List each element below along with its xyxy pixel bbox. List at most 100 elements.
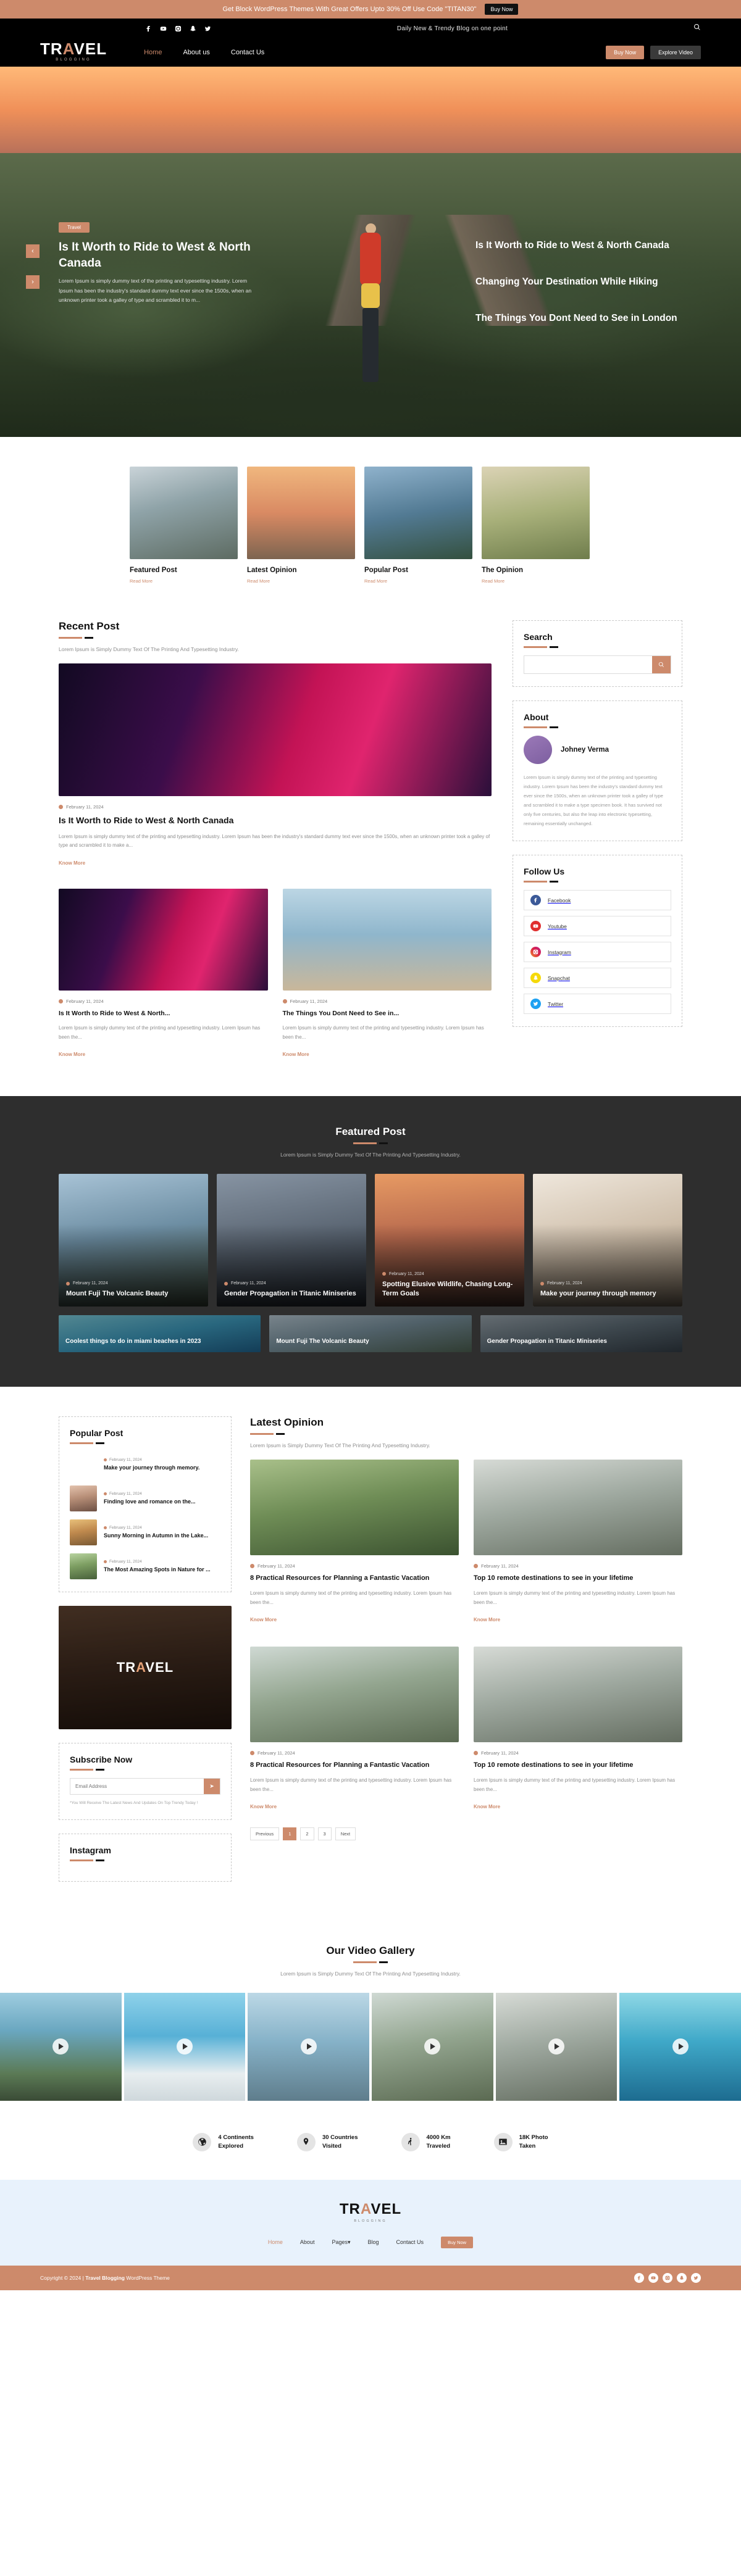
promo-bar: Get Block WordPress Themes With Great Of… [0,0,741,19]
category-card[interactable]: The Opinion Read More [482,467,590,586]
pagination-previous[interactable]: Previous [250,1827,280,1841]
play-icon[interactable] [177,2038,193,2055]
know-more-link[interactable]: Know More [59,1052,85,1057]
opinion-card[interactable]: February 11, 2024 Top 10 remote destinat… [474,1647,682,1811]
recent-post-heading: Recent Post [59,620,120,632]
instagram-icon[interactable] [663,2272,672,2283]
post-title[interactable]: Is It Worth to Ride to West & North... [59,1009,268,1018]
post-title[interactable]: Is It Worth to Ride to West & North Cana… [59,815,492,827]
post-card[interactable]: February 11, 2024 The Things You Dont Ne… [282,889,492,1059]
nav-explore-video-button[interactable]: Explore Video [650,46,701,59]
search-input[interactable] [524,656,652,673]
nav-item-about-us[interactable]: About us [183,49,209,56]
hero-next-arrow[interactable]: › [26,275,40,289]
facebook-icon[interactable] [634,2272,644,2283]
featured-card[interactable]: February 11, 2024 Gender Propagation in … [217,1174,366,1307]
promo-buy-now-button[interactable]: Buy Now [485,4,519,15]
post-excerpt: Lorem Ipsum is simply dummy text of the … [59,833,490,849]
instagram-icon[interactable] [175,25,182,32]
pagination-next[interactable]: Next [335,1827,356,1841]
featured-card[interactable]: February 11, 2024 Mount Fuji The Volcani… [59,1174,208,1307]
popular-list-item[interactable]: February 11, 2024 Make your journey thro… [70,1452,220,1477]
category-read-more[interactable]: Read More [482,578,504,584]
featured-card[interactable]: February 11, 2024 Make your journey thro… [533,1174,682,1307]
post-date-text: February 11, 2024 [66,999,104,1005]
know-more-link[interactable]: Know More [474,1617,500,1622]
gallery-item[interactable] [248,1992,370,2101]
opinion-card[interactable]: February 11, 2024 8 Practical Resources … [250,1460,459,1624]
gallery-item[interactable] [619,1992,741,2101]
hero-slide-title-3[interactable]: The Things You Dont Need to See in Londo… [475,312,679,325]
pagination-page-1[interactable]: 1 [283,1827,297,1841]
popular-list-item[interactable]: February 11, 2024 The Most Amazing Spots… [70,1553,220,1580]
hero-slide-title-2[interactable]: Changing Your Destination While Hiking [475,276,679,289]
follow-item-facebook[interactable]: Facebook [524,890,671,910]
category-card[interactable]: Latest Opinion Read More [247,467,355,586]
category-read-more[interactable]: Read More [364,578,387,584]
subscribe-submit-button[interactable]: ➤ [204,1779,220,1795]
play-icon[interactable] [424,2038,441,2055]
twitter-icon[interactable] [691,2272,701,2283]
footer-item-blog[interactable]: Blog [368,2239,379,2245]
footer-item-about[interactable]: About [300,2239,315,2245]
know-more-link[interactable]: Know More [250,1804,277,1809]
follow-item-twitter[interactable]: Twitter [524,994,671,1014]
search-submit-button[interactable] [652,656,671,673]
gallery-item[interactable] [124,1992,246,2101]
stat-line2: Taken [519,2142,536,2150]
play-icon[interactable] [548,2038,565,2055]
nav-item-home[interactable]: Home [144,49,162,56]
play-icon[interactable] [672,2038,689,2055]
pagination-page-2[interactable]: 2 [300,1827,314,1841]
footer-buy-now-button[interactable]: Buy Now [441,2236,474,2248]
youtube-icon[interactable] [648,2272,658,2283]
top-search-icon[interactable] [693,23,701,34]
youtube-icon[interactable] [160,25,167,32]
category-read-more[interactable]: Read More [130,578,153,584]
post-title[interactable]: The Things You Dont Need to See in... [283,1009,492,1018]
sidebar-promo-card[interactable]: TRAVEL [59,1606,232,1730]
footer-logo[interactable]: TRAVEL [0,2201,741,2218]
footer-item-home[interactable]: Home [268,2239,283,2245]
play-icon[interactable] [300,2038,317,2055]
featured-card[interactable]: February 11, 2024 Spotting Elusive Wildl… [375,1174,524,1307]
gallery-item[interactable] [495,1992,618,2101]
hero-category-badge[interactable]: Travel [59,222,90,233]
category-card[interactable]: Featured Post Read More [130,467,238,586]
gallery-item[interactable] [372,1992,493,2101]
follow-item-instagram[interactable]: Instagram [524,942,671,962]
nav-item-contact-us[interactable]: Contact Us [231,49,264,56]
nav-buy-now-button[interactable]: Buy Now [606,46,645,59]
post-date-text: February 11, 2024 [66,804,104,810]
category-read-more[interactable]: Read More [247,578,270,584]
opinion-card[interactable]: February 11, 2024 8 Practical Resources … [250,1647,459,1811]
post-card[interactable]: February 11, 2024 Is It Worth to Ride to… [59,889,268,1059]
follow-item-snapchat[interactable]: Snapchat [524,968,671,988]
know-more-link[interactable]: Know More [283,1052,309,1057]
know-more-link[interactable]: Know More [59,860,85,866]
featured-strip-card[interactable]: Coolest things to do in miami beaches in… [59,1315,261,1353]
follow-item-youtube[interactable]: Youtube [524,916,671,936]
opinion-card[interactable]: February 11, 2024 Top 10 remote destinat… [474,1460,682,1624]
know-more-link[interactable]: Know More [474,1804,500,1809]
play-icon[interactable] [52,2038,69,2055]
pagination-page-3[interactable]: 3 [317,1827,332,1841]
facebook-icon[interactable] [145,25,152,32]
category-card[interactable]: Popular Post Read More [364,467,472,586]
popular-list-item[interactable]: February 11, 2024 Sunny Morning in Autum… [70,1519,220,1546]
hero-prev-arrow[interactable]: ‹ [26,244,40,258]
gallery-item[interactable] [0,1992,122,2101]
featured-strip-card[interactable]: Mount Fuji The Volcanic Beauty [269,1315,472,1353]
know-more-link[interactable]: Know More [250,1617,277,1622]
twitter-icon[interactable] [204,25,211,32]
subscribe-email-input[interactable] [70,1779,204,1795]
footer-item-pages[interactable]: Pages▾ [332,2239,350,2246]
featured-strip-card[interactable]: Gender Propagation in Titanic Miniseries [480,1315,682,1353]
site-logo[interactable]: TRAVEL BLOGGING [40,41,107,62]
footer-item-contact-us[interactable]: Contact Us [396,2239,424,2245]
recent-featured-card[interactable]: February 11, 2024 Is It Worth to Ride to… [59,663,492,868]
snapchat-icon[interactable] [190,25,196,32]
popular-list-item[interactable]: February 11, 2024 Finding love and roman… [70,1485,220,1512]
hero-slide-title-1[interactable]: Is It Worth to Ride to West & North Cana… [475,239,679,252]
snapchat-icon[interactable] [677,2272,687,2283]
